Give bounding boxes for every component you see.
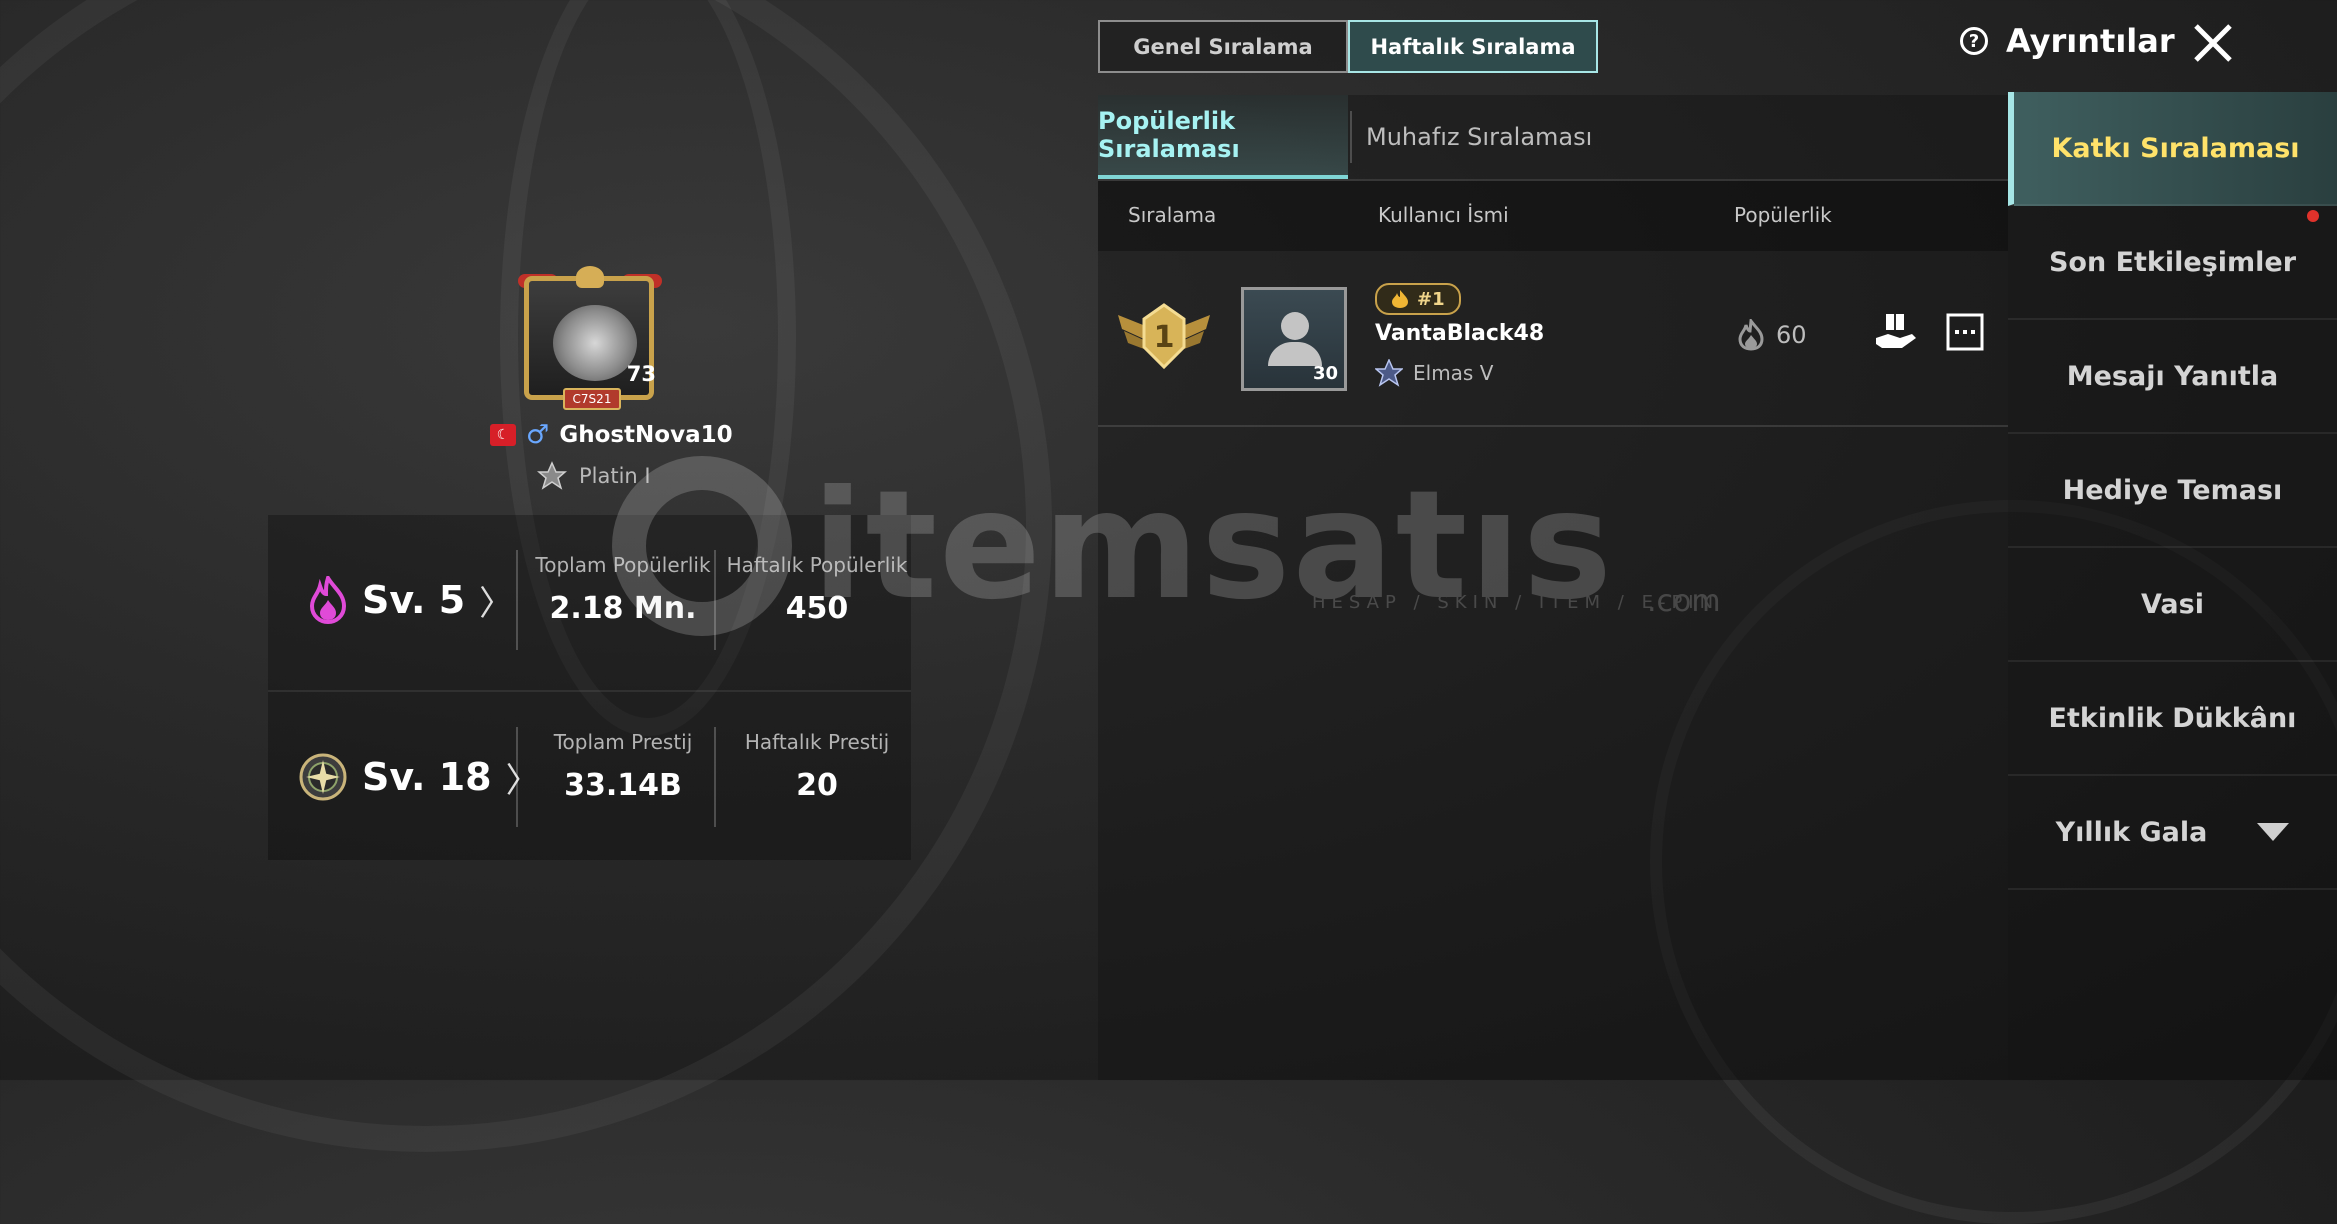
avatar-level: 30 xyxy=(1312,363,1338,384)
row-popularity-value: 60 xyxy=(1776,321,1807,349)
emblem-level: 73 xyxy=(626,362,656,386)
ranking-panel: Popülerlik Sıralaması Muhafız Sıralaması… xyxy=(1098,95,2008,1080)
chevron-right-icon: 〉 xyxy=(479,583,514,624)
total-prestige-value: 33.14B xyxy=(564,768,682,803)
male-gender-icon: ♂ xyxy=(526,420,550,450)
total-prestige: Toplam Prestij 33.14B xyxy=(528,730,718,803)
total-popularity-value: 2.18 Mn. xyxy=(549,591,697,626)
tier-label: Platin I xyxy=(579,464,651,488)
player-tier: Platin I xyxy=(537,461,651,491)
sidebar-item-annual-gala[interactable]: Yıllık Gala xyxy=(2008,776,2337,890)
weekly-prestige-label: Haftalık Prestij xyxy=(744,730,890,754)
emblem-shield-icon xyxy=(553,305,637,381)
tab-weekly-ranking[interactable]: Haftalık Sıralama xyxy=(1348,20,1598,73)
crown-icon xyxy=(576,266,604,288)
divider xyxy=(1350,111,1352,163)
sidebar: Katkı Sıralaması Son Etkileşimler Mesajı… xyxy=(2008,92,2337,1080)
sidebar-item-label: Yıllık Gala xyxy=(2055,816,2208,848)
dropdown-arrow-icon xyxy=(2257,823,2290,841)
player-identity: ☾ ♂ GhostNova10 xyxy=(490,422,733,448)
popularity-flame-icon xyxy=(1738,319,1764,351)
tab-popularity-ranking[interactable]: Popülerlik Sıralaması xyxy=(1098,95,1348,179)
divider xyxy=(516,550,518,650)
popularity-level: Sv. 5 xyxy=(362,578,466,622)
stats-panel: Sv. 5 〉 Toplam Popülerlik 2.18 Mn. Hafta… xyxy=(268,515,911,860)
turkey-flag-icon: ☾ xyxy=(490,424,516,446)
table-header: Sıralama Kullanıcı İsmi Popülerlik xyxy=(1098,181,2008,251)
weekly-prestige-value: 20 xyxy=(796,768,838,803)
avatar[interactable]: 30 xyxy=(1241,287,1347,391)
popularity-level-button[interactable]: Sv. 5 〉 xyxy=(308,515,513,685)
more-options-button[interactable] xyxy=(1942,309,1988,355)
divider xyxy=(516,727,518,827)
details-label: Ayrıntılar xyxy=(2006,22,2175,60)
clan-emblem[interactable]: 73 C7S21 xyxy=(518,266,662,410)
weekly-prestige: Haftalık Prestij 20 xyxy=(723,730,911,803)
sidebar-item-contribution-ranking[interactable]: Katkı Sıralaması xyxy=(2008,92,2337,206)
sidebar-item-event-shop[interactable]: Etkinlik Dükkânı xyxy=(2008,662,2337,776)
row-popularity: 60 xyxy=(1738,319,1807,351)
platinum-tier-icon xyxy=(537,461,567,490)
column-header-rank: Sıralama xyxy=(1128,203,1217,227)
weekly-popularity: Haftalık Popülerlik 450 xyxy=(723,553,911,626)
sidebar-item-reply-message[interactable]: Mesajı Yanıtla xyxy=(2008,320,2337,434)
prestige-level: Sv. 18 xyxy=(362,755,492,799)
help-icon: ? xyxy=(1960,27,1988,55)
avatar-placeholder-icon xyxy=(1281,312,1309,340)
details-button[interactable]: ? Ayrıntılar xyxy=(1960,22,2175,60)
column-header-username: Kullanıcı İsmi xyxy=(1378,203,1509,227)
weekly-popularity-label: Haftalık Popülerlik xyxy=(726,553,908,577)
popularity-stats-row: Sv. 5 〉 Toplam Popülerlik 2.18 Mn. Hafta… xyxy=(268,515,911,685)
sidebar-item-guardian[interactable]: Vasi xyxy=(2008,548,2337,662)
total-popularity-label: Toplam Popülerlik xyxy=(535,553,711,577)
sidebar-item-gift-theme[interactable]: Hediye Teması xyxy=(2008,434,2337,548)
prestige-compass-icon xyxy=(299,753,347,801)
popularity-flame-icon xyxy=(309,576,347,624)
ranking-type-tabs: Popülerlik Sıralaması Muhafız Sıralaması xyxy=(1098,95,2008,181)
svg-text:1: 1 xyxy=(1154,320,1175,355)
ranking-period-tabs: Genel Sıralama Haftalık Sıralama xyxy=(1098,20,1598,73)
divider xyxy=(714,727,716,827)
column-header-popularity: Popülerlik xyxy=(1734,203,1832,227)
tab-guardian-ranking[interactable]: Muhafız Sıralaması xyxy=(1366,95,1592,179)
more-options-icon xyxy=(1946,313,1984,351)
sidebar-item-recent-interactions[interactable]: Son Etkileşimler xyxy=(2008,206,2337,320)
total-popularity: Toplam Popülerlik 2.18 Mn. xyxy=(528,553,718,626)
emblem-season-tag: C7S21 xyxy=(563,388,621,410)
rank-badge: #1 xyxy=(1375,283,1461,315)
tab-general-ranking[interactable]: Genel Sıralama xyxy=(1098,20,1348,73)
diamond-tier-icon xyxy=(1375,359,1403,387)
first-place-medal-icon: 1 xyxy=(1118,303,1210,370)
weekly-popularity-value: 450 xyxy=(785,591,849,626)
table-row[interactable]: 1 30 #1 VantaBlack48 Elmas V 60 xyxy=(1098,255,2008,427)
close-button[interactable] xyxy=(2188,18,2238,68)
divider xyxy=(714,550,716,650)
rank-number: #1 xyxy=(1417,288,1445,310)
total-prestige-label: Toplam Prestij xyxy=(553,730,693,754)
flame-icon xyxy=(1392,290,1408,308)
gift-hand-icon xyxy=(1876,314,1916,348)
row-tier-label: Elmas V xyxy=(1413,361,1494,385)
row-username: VantaBlack48 xyxy=(1375,321,1545,346)
row-tier: Elmas V xyxy=(1375,359,1493,387)
prestige-stats-row: Sv. 18 〉 Toplam Prestij 33.14B Haftalık … xyxy=(268,690,911,862)
send-gift-button[interactable] xyxy=(1873,309,1919,355)
prestige-level-button[interactable]: Sv. 18 〉 xyxy=(298,692,540,862)
player-name: GhostNova10 xyxy=(559,422,733,448)
